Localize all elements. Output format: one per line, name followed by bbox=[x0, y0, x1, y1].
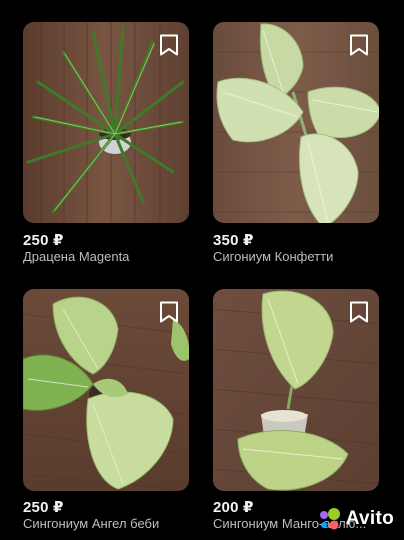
listing-card[interactable]: 250 ₽ Сингониум Ангел беби bbox=[23, 289, 189, 531]
bookmark-icon[interactable] bbox=[158, 300, 180, 324]
avito-brand-text: Avito bbox=[345, 508, 394, 529]
listing-card[interactable]: 200 ₽ Сингониум Манго-аллю... bbox=[213, 289, 379, 531]
listings-grid: 250 ₽ Драцена Magenta 350 ₽ Сигониум Кон… bbox=[0, 0, 404, 540]
listing-price: 200 ₽ bbox=[213, 499, 254, 516]
listing-photo[interactable] bbox=[213, 289, 379, 491]
listing-price: 250 ₽ bbox=[23, 499, 64, 516]
listing-photo[interactable] bbox=[23, 289, 189, 491]
listing-price: 250 ₽ bbox=[23, 232, 64, 249]
avito-watermark: Avito bbox=[316, 506, 394, 532]
listing-title[interactable]: Сингониум Ангел беби bbox=[23, 516, 198, 531]
listing-title[interactable]: Сигониум Конфетти bbox=[213, 249, 388, 264]
listing-photo[interactable] bbox=[213, 22, 379, 223]
listing-card[interactable]: 350 ₽ Сигониум Конфетти bbox=[213, 22, 379, 264]
bookmark-icon[interactable] bbox=[158, 33, 180, 57]
bookmark-icon[interactable] bbox=[348, 33, 370, 57]
listing-title[interactable]: Драцена Magenta bbox=[23, 249, 198, 264]
listing-card[interactable]: 250 ₽ Драцена Magenta bbox=[23, 22, 189, 264]
listing-photo[interactable] bbox=[23, 22, 189, 223]
bookmark-icon[interactable] bbox=[348, 300, 370, 324]
avito-logo-icon bbox=[319, 508, 340, 530]
listing-price: 350 ₽ bbox=[213, 232, 254, 249]
